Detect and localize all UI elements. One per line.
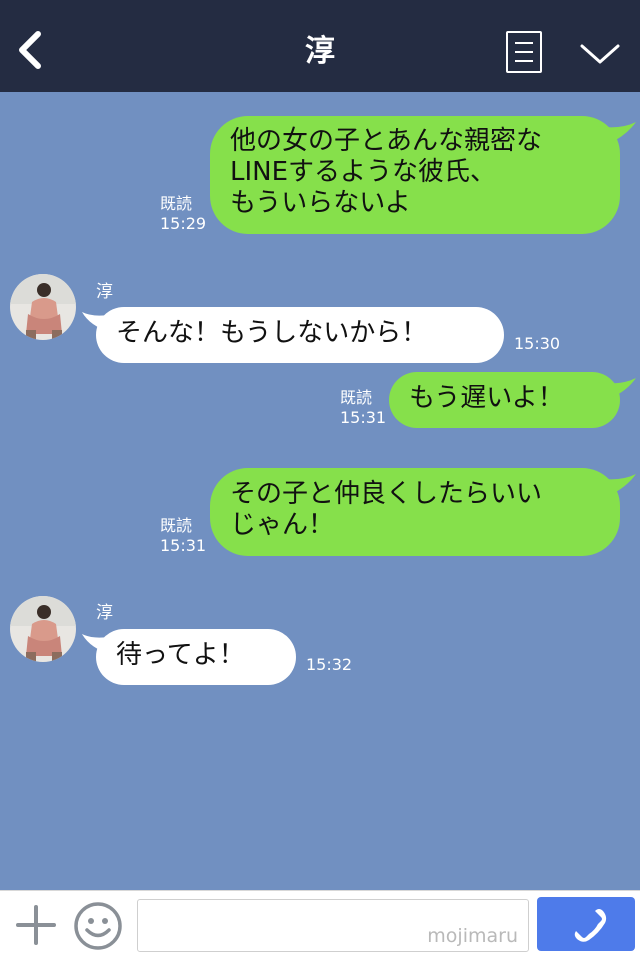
incoming-message-bubble[interactable]: 待ってよ！ bbox=[96, 629, 296, 685]
read-label: 既読 bbox=[160, 194, 193, 213]
message-line: もう遅いよ！ bbox=[409, 383, 564, 413]
plus-icon bbox=[16, 905, 56, 945]
message-input[interactable]: mojimaru bbox=[137, 899, 529, 952]
message-input-bar: mojimaru bbox=[0, 890, 640, 960]
expand-menu-button[interactable] bbox=[578, 38, 622, 68]
watermark: mojimaru bbox=[427, 925, 518, 947]
avatar[interactable] bbox=[10, 274, 76, 340]
avatar-photo-icon bbox=[10, 274, 76, 340]
message-text: そんな！もうしないから！ bbox=[116, 318, 428, 348]
chat-title: 淳 bbox=[305, 34, 335, 69]
bubble-tail bbox=[596, 122, 636, 144]
read-label: 既読 bbox=[340, 388, 373, 407]
read-receipt: 既読 15:31 bbox=[340, 388, 386, 428]
read-receipt: 既読 15:31 bbox=[160, 516, 206, 556]
read-receipt: 既読 15:29 bbox=[160, 194, 206, 234]
chevron-down-icon bbox=[580, 44, 620, 64]
add-attachment-button[interactable] bbox=[14, 903, 58, 947]
notes-icon-line bbox=[515, 60, 533, 62]
outgoing-message-bubble[interactable]: もう遅いよ！ bbox=[389, 372, 620, 428]
message-time: 15:32 bbox=[306, 655, 353, 674]
call-button[interactable] bbox=[537, 897, 635, 951]
chat-header: 淳 bbox=[0, 0, 640, 92]
bubble-tail bbox=[598, 378, 636, 398]
sender-name: 淳 bbox=[96, 603, 113, 623]
message-time: 15:31 bbox=[340, 408, 387, 427]
smiley-icon bbox=[74, 902, 122, 950]
notes-button[interactable] bbox=[506, 31, 542, 73]
message-time: 15:31 bbox=[160, 536, 207, 555]
notes-icon-line bbox=[515, 51, 533, 53]
outgoing-message-bubble[interactable]: 他の女の子とあんな親密な LINEするような彼氏、 もういらないよ bbox=[210, 116, 620, 234]
avatar-photo-icon bbox=[10, 596, 76, 662]
read-label: 既読 bbox=[160, 516, 193, 535]
avatar[interactable] bbox=[10, 596, 76, 662]
message-line: その子と仲良くしたらいい bbox=[230, 479, 543, 509]
bubble-tail bbox=[596, 474, 636, 496]
message-line: 他の女の子とあんな親密な bbox=[230, 126, 543, 156]
sender-name: 淳 bbox=[96, 282, 113, 302]
message-text: 待ってよ！ bbox=[116, 640, 245, 670]
message-time: 15:30 bbox=[514, 334, 561, 353]
message-line: じゃん！ bbox=[230, 510, 335, 540]
message-time: 15:29 bbox=[160, 214, 207, 233]
message-line: LINEするような彼氏、 bbox=[230, 157, 497, 187]
message-line: もういらないよ bbox=[230, 188, 411, 218]
outgoing-message-bubble[interactable]: その子と仲良くしたらいい じゃん！ bbox=[210, 468, 620, 556]
emoji-button[interactable] bbox=[73, 901, 123, 951]
notes-icon bbox=[515, 42, 533, 44]
phone-icon bbox=[574, 909, 607, 942]
incoming-message-bubble[interactable]: そんな！もうしないから！ bbox=[96, 307, 504, 363]
